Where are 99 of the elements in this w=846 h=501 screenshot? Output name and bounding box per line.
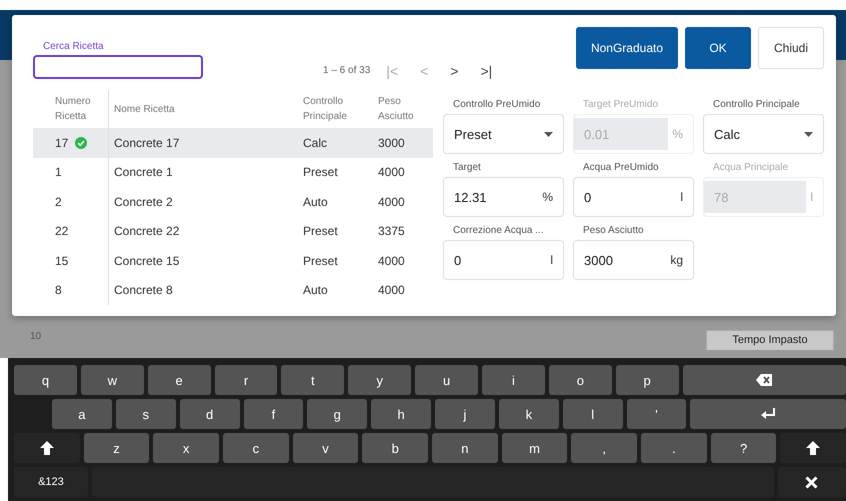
keyboard-key[interactable]: ' <box>626 399 686 429</box>
caret-icon <box>804 132 813 136</box>
table-cell-text: Preset <box>302 254 339 268</box>
keyboard-key[interactable]: &123 <box>14 467 88 497</box>
table-row[interactable]: 22 Concrete 22 Preset 3375 <box>33 216 433 246</box>
table-cell-text: 3000 <box>377 136 406 150</box>
field-label: Target <box>452 162 482 175</box>
keyboard-key[interactable]: , <box>571 433 638 463</box>
shift-icon <box>806 441 820 455</box>
keyboard-key[interactable]: w <box>80 365 144 395</box>
table-cell: 17 <box>55 136 68 150</box>
backspace-key[interactable] <box>682 365 846 395</box>
shift-icon <box>40 441 54 455</box>
table-row[interactable]: 15 Concrete 15 Preset 4000 <box>33 246 433 276</box>
table-cell-text: 4000 <box>377 283 406 298</box>
table-row[interactable]: 1 Concrete 1 Preset 4000 <box>33 158 433 187</box>
keyboard-key[interactable]: ? <box>710 433 776 463</box>
keyboard-key[interactable]: a <box>52 399 112 429</box>
table-cell-text: Calc <box>302 136 328 150</box>
keyboard-key[interactable]: j <box>435 399 495 429</box>
table-cell-text: Preset <box>302 165 339 180</box>
keyboard-key[interactable]: u <box>415 365 478 395</box>
table-cell-text: Auto <box>302 194 329 209</box>
keyboard-key[interactable]: t <box>281 365 344 395</box>
backspace-icon <box>756 374 772 386</box>
keyboard-key[interactable]: d <box>180 399 240 429</box>
keyboard-key[interactable]: h <box>371 399 432 429</box>
keyboard-key[interactable]: s <box>116 399 176 429</box>
keyboard-key[interactable]: x <box>153 433 220 463</box>
keyboard-key[interactable]: c <box>223 433 289 463</box>
input-field[interactable]: 12.31 % <box>443 177 564 217</box>
enter-icon <box>760 408 776 420</box>
dialog-button[interactable]: Chiudi <box>758 27 824 69</box>
close-icon <box>805 476 818 488</box>
table-cell: Concrete 17 <box>108 128 281 158</box>
page-range: 1 – 6 of 33 <box>323 65 370 76</box>
table-row[interactable]: 2 Concrete 2 Auto 4000 <box>33 187 433 216</box>
dialog-button[interactable]: OK <box>685 27 751 69</box>
table-cell-text: 3375 <box>377 224 406 238</box>
field-label: Acqua PreUmido <box>582 162 660 175</box>
table-cell-text: Auto <box>302 283 329 298</box>
keyboard-key[interactable]: l <box>562 399 623 429</box>
table-cell-text: 4000 <box>377 194 406 209</box>
field-label: Acqua Principale <box>712 162 790 175</box>
keyboard-key[interactable]: m <box>502 433 568 463</box>
keyboard-key[interactable]: v <box>292 433 358 463</box>
field-label: Controllo Principale <box>712 99 801 112</box>
table-row[interactable]: 17 Concrete 17 Calc 3000 <box>33 128 433 158</box>
keyboard-key[interactable]: i <box>482 365 545 395</box>
table-cell-text: 4000 <box>377 165 406 180</box>
dialog-button[interactable]: NonGraduato <box>576 27 678 69</box>
keyboard-key[interactable]: q <box>14 365 77 395</box>
search-label: Cerca Ricetta <box>42 41 105 52</box>
table-cell: 15 <box>55 254 68 268</box>
table-cell: Concrete 22 <box>108 216 281 246</box>
keyboard-key[interactable]: k <box>498 399 559 429</box>
last-page-button[interactable]: >| <box>474 63 498 79</box>
field-label: Correzione Acqua ... <box>452 225 545 238</box>
keyboard-key[interactable]: y <box>348 365 412 395</box>
select-field[interactable]: Calc <box>703 114 824 154</box>
table-cell-text: Preset <box>302 224 339 238</box>
hide-key[interactable] <box>778 467 846 497</box>
column-header: Controllo Principale <box>302 95 348 124</box>
field-label: Controllo PreUmido <box>452 99 542 112</box>
keyboard-key[interactable]: f <box>244 399 304 429</box>
shift-key[interactable] <box>14 433 80 463</box>
table-cell: Concrete 1 <box>108 158 281 187</box>
keyboard-key[interactable]: . <box>641 433 707 463</box>
keyboard-key[interactable]: r <box>214 365 278 395</box>
keyboard-key[interactable]: o <box>548 365 612 395</box>
axis-label: 10 <box>30 331 42 342</box>
table-cell: 22 <box>55 224 68 238</box>
field-label: Peso Asciutto <box>582 225 645 238</box>
next-page-button[interactable]: > <box>444 63 464 79</box>
input-field[interactable]: 3000 kg <box>573 240 694 280</box>
caret-icon <box>544 132 553 136</box>
table-cell: Concrete 8 <box>108 276 281 305</box>
column-header: Numero Ricetta <box>54 95 92 124</box>
shift-key[interactable] <box>780 433 846 463</box>
field-label: Target PreUmido <box>582 99 660 112</box>
keyboard-key[interactable]: b <box>362 433 428 463</box>
table-cell: 1 <box>55 165 62 180</box>
keyboard-key[interactable]: e <box>148 365 211 395</box>
table-cell-text: 4000 <box>377 254 406 268</box>
column-header: Peso Asciutto <box>377 95 415 124</box>
keyboard-key[interactable]: n <box>432 433 498 463</box>
keyboard-key[interactable]: z <box>84 433 150 463</box>
input-field[interactable]: 0 l <box>443 240 564 280</box>
table-row[interactable]: 8 Concrete 8 Auto 4000 <box>33 276 433 305</box>
input-field[interactable]: 0 l <box>573 177 694 217</box>
table-cell: Concrete 2 <box>108 187 281 216</box>
table-cell: 2 <box>55 194 62 209</box>
search-field[interactable] <box>33 55 203 79</box>
tempo-impasto-button[interactable]: Tempo Impasto <box>706 330 834 350</box>
keyboard-key[interactable]: g <box>307 399 368 429</box>
table-cell: Concrete 15 <box>108 246 281 276</box>
select-field[interactable]: Preset <box>443 114 564 154</box>
keyboard-key[interactable]: p <box>616 365 679 395</box>
table-cell: 8 <box>55 283 62 298</box>
